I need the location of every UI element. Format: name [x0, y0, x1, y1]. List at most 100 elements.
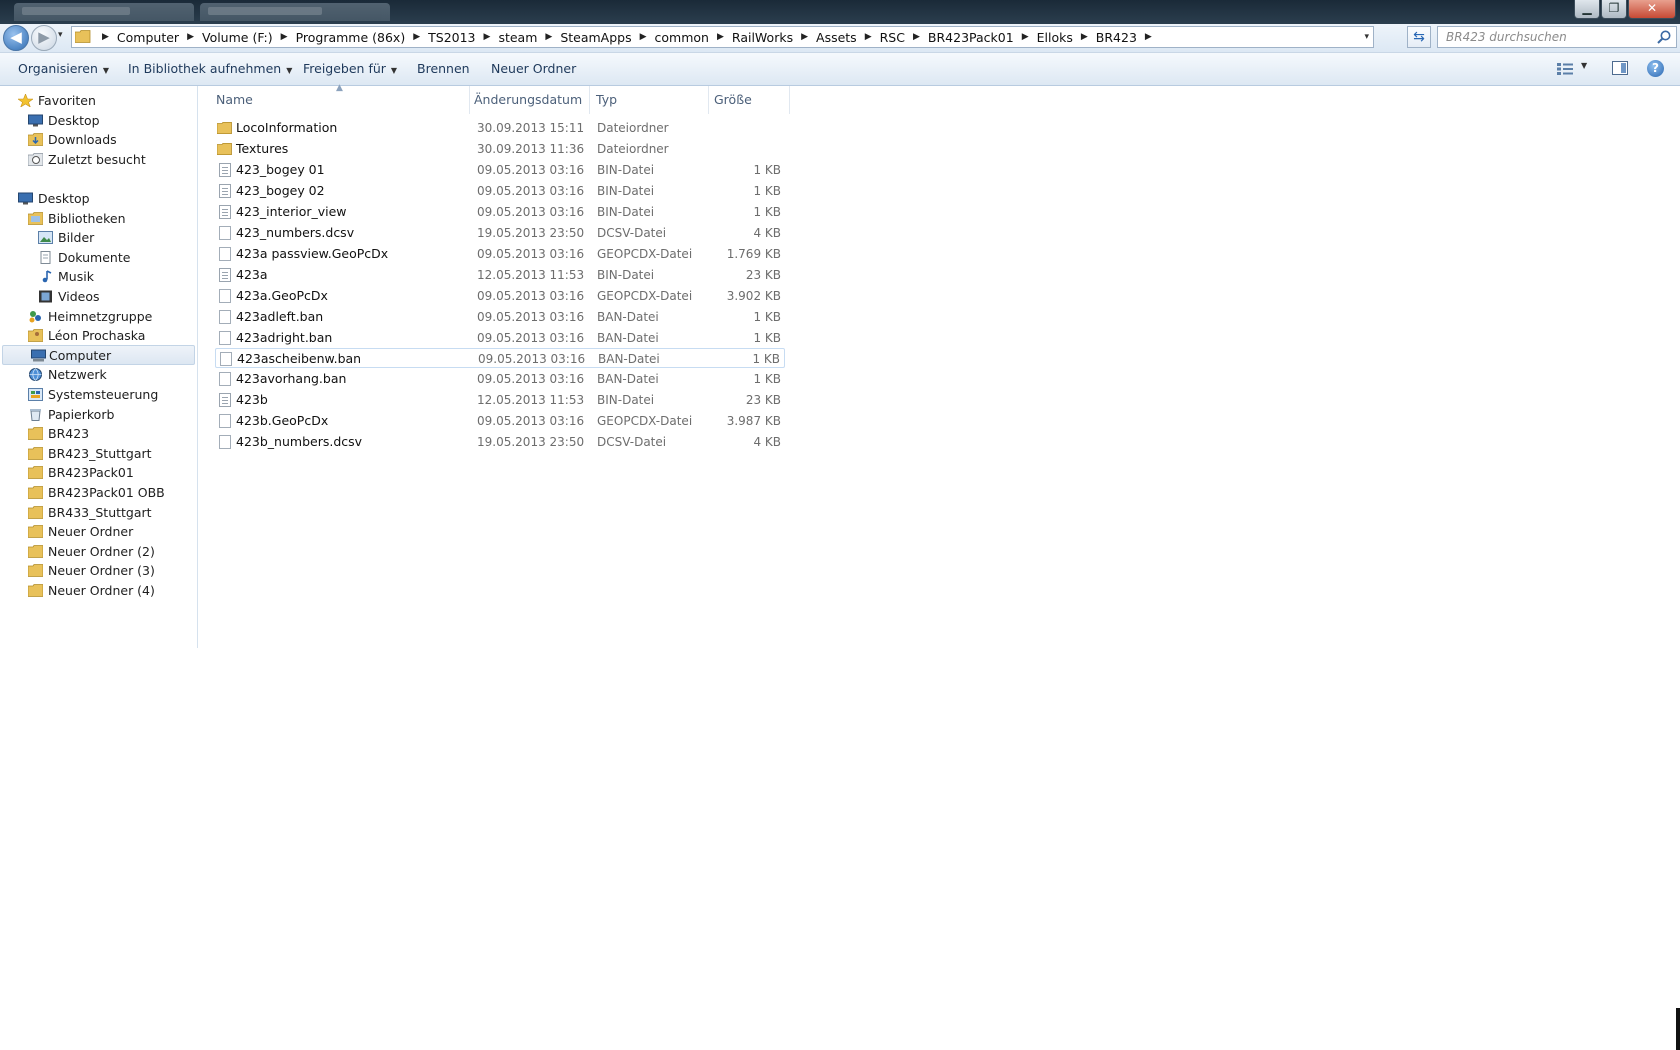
sidebar-item-desktop[interactable]: Desktop	[18, 189, 90, 209]
search-icon[interactable]	[1656, 29, 1672, 45]
table-row[interactable]: 423avorhang.ban 09.05.2013 03:16 BAN-Datei…	[215, 369, 785, 389]
file-type: BIN-Datei	[597, 162, 655, 177]
sidebar-item-library[interactable]: Musik	[42, 267, 94, 287]
table-row[interactable]: 423_interior_view 09.05.2013 03:16 BIN-Dat…	[215, 202, 785, 222]
breadcrumb-segment[interactable]: RSC	[880, 30, 905, 45]
table-row[interactable]: 423adleft.ban 09.05.2013 03:16 BAN-Datei 1 …	[215, 307, 785, 327]
sidebar-item[interactable]: Neuer Ordner	[28, 522, 133, 542]
breadcrumb-segment[interactable]: steam	[498, 30, 537, 45]
column-header-type[interactable]: Typ	[590, 86, 709, 114]
sidebar-item[interactable]: Papierkorb	[30, 405, 114, 425]
table-row[interactable]: Textures 30.09.2013 11:36 Dateiordner	[215, 139, 785, 159]
column-header-size[interactable]: Größe	[709, 86, 790, 114]
sidebar-item[interactable]: Heimnetzgruppe	[29, 307, 152, 327]
breadcrumb-chevron-icon[interactable]: ▶	[913, 32, 920, 42]
table-row[interactable]: LocoInformation 30.09.2013 15:11 Dateiordn…	[215, 118, 785, 138]
sidebar-item[interactable]: BR423Pack01 OBB	[28, 483, 165, 503]
sidebar-item[interactable]: Neuer Ordner (3)	[28, 561, 155, 581]
breadcrumb-chevron-icon[interactable]: ▶	[1081, 32, 1088, 42]
breadcrumb-segment[interactable]: common	[655, 30, 709, 45]
table-row[interactable]: 423b.GeoPcDx 09.05.2013 03:16 GEOPCDX-Date…	[215, 411, 785, 431]
minimize-button[interactable]: ▁	[1574, 0, 1600, 19]
new-folder-button[interactable]: Neuer Ordner	[491, 53, 576, 85]
table-row[interactable]: 423b 12.05.2013 11:53 BIN-Datei 23 KB	[215, 390, 785, 410]
breadcrumb-chevron-icon[interactable]: ▶	[413, 32, 420, 42]
forward-button[interactable]: ▶	[31, 25, 57, 51]
breadcrumb-segment[interactable]: Computer	[117, 30, 179, 45]
file-date: 09.05.2013 03:16	[477, 309, 585, 324]
sidebar-item[interactable]: BR433_Stuttgart	[28, 503, 152, 523]
sidebar-item-library[interactable]: Bilder	[38, 228, 94, 248]
sidebar-item-libraries[interactable]: Bibliotheken	[28, 209, 126, 229]
table-row[interactable]: 423_bogey 01 09.05.2013 03:16 BIN-Datei 1 K…	[215, 160, 785, 180]
breadcrumb-chevron-icon[interactable]: ▶	[187, 32, 194, 42]
back-button[interactable]: ◀	[3, 25, 29, 51]
breadcrumb-chevron-icon[interactable]: ▶	[1145, 32, 1152, 42]
table-row[interactable]: 423_bogey 02 09.05.2013 03:16 BIN-Datei 1 K…	[215, 181, 785, 201]
sidebar-item[interactable]: Neuer Ordner (4)	[28, 581, 155, 601]
sidebar-item-label: Netzwerk	[48, 367, 107, 383]
title-bar: ▁ ❐ ✕	[0, 0, 1680, 24]
table-row[interactable]: 423b_numbers.dcsv 19.05.2013 23:50 DCSV-Da…	[215, 432, 785, 452]
sidebar-item[interactable]: Systemsteuerung	[28, 385, 158, 405]
breadcrumb-chevron-icon[interactable]: ▶	[545, 32, 552, 42]
sidebar-item-favorite[interactable]: Desktop	[28, 111, 100, 131]
refresh-button[interactable]: ⇆	[1407, 26, 1431, 48]
address-dropdown-icon[interactable]: ▾	[1364, 32, 1369, 42]
address-bar[interactable]: ▶ Computer ▶ Volume (F:) ▶ Programme (86x) ▶ TS…	[71, 26, 1374, 48]
column-headers: Name ▲ Änderungsdatum Typ Größe	[198, 83, 790, 114]
breadcrumb-segment[interactable]: TS2013	[428, 30, 475, 45]
breadcrumb-segment[interactable]: BR423	[1096, 30, 1137, 45]
table-row[interactable]: 423a passview.GeoPcDx 09.05.2013 03:16 GEO…	[215, 244, 785, 264]
breadcrumb-chevron-icon[interactable]: ▶	[640, 32, 647, 42]
table-row[interactable]: 423a.GeoPcDx 09.05.2013 03:16 GEOPCDX-Date…	[215, 286, 785, 306]
sidebar-item[interactable]: Netzwerk	[29, 365, 107, 385]
sidebar-item-library[interactable]: Dokumente	[40, 248, 130, 268]
organize-menu[interactable]: Organisieren ▼	[18, 53, 109, 85]
sidebar-group-favorites[interactable]: Favoriten	[18, 91, 96, 111]
burn-button[interactable]: Brennen	[417, 53, 470, 85]
breadcrumb-segment[interactable]: Assets	[816, 30, 857, 45]
sidebar-item[interactable]: BR423	[28, 424, 89, 444]
breadcrumb-chevron-icon[interactable]: ▶	[717, 32, 724, 42]
add-to-library-menu[interactable]: In Bibliothek aufnehmen ▼	[128, 53, 292, 85]
breadcrumb-segment[interactable]: RailWorks	[732, 30, 793, 45]
column-header-date[interactable]: Änderungsdatum	[470, 86, 590, 114]
help-icon[interactable]: ?	[1647, 60, 1664, 77]
sidebar-item[interactable]: BR423_Stuttgart	[28, 444, 152, 464]
breadcrumb-chevron-icon[interactable]: ▶	[801, 32, 808, 42]
sidebar-item[interactable]: Computer	[2, 344, 195, 365]
breadcrumb-segment[interactable]: BR423Pack01	[928, 30, 1014, 45]
view-dropdown-icon[interactable]: ▼	[1581, 61, 1587, 70]
sidebar-item-favorite[interactable]: Downloads	[28, 130, 117, 150]
search-input[interactable]: BR423 durchsuchen	[1437, 26, 1677, 48]
table-row[interactable]: 423ascheibenw.ban 09.05.2013 03:16 BAN-Dat…	[215, 348, 785, 369]
file-type: DCSV-Datei	[597, 225, 667, 240]
maximize-button[interactable]: ❐	[1601, 0, 1627, 19]
close-button[interactable]: ✕	[1628, 0, 1676, 19]
change-view-icon[interactable]	[1556, 62, 1574, 76]
breadcrumb-segment[interactable]: Elloks	[1037, 30, 1073, 45]
sidebar-item[interactable]: BR423Pack01	[28, 463, 134, 483]
sidebar-item-favorite[interactable]: Zuletzt besucht	[28, 150, 146, 170]
breadcrumb-segment[interactable]: SteamApps	[560, 30, 631, 45]
breadcrumb-chevron-icon[interactable]: ▶	[484, 32, 491, 42]
sidebar-item[interactable]: Léon Prochaska	[28, 326, 145, 346]
breadcrumb-segment[interactable]: Volume (F:)	[202, 30, 273, 45]
sidebar-item[interactable]: Neuer Ordner (2)	[28, 542, 155, 562]
sidebar-item-library[interactable]: Videos	[39, 287, 100, 307]
breadcrumb-chevron-icon[interactable]: ▶	[1022, 32, 1029, 42]
breadcrumb-chevron-icon[interactable]: ▶	[102, 32, 109, 42]
column-header-name[interactable]: Name	[198, 86, 470, 114]
breadcrumb-chevron-icon[interactable]: ▶	[865, 32, 872, 42]
preview-pane-icon[interactable]	[1612, 61, 1628, 75]
refresh-icon: ⇆	[1413, 29, 1425, 45]
table-row[interactable]: 423adright.ban 09.05.2013 03:16 BAN-Datei 1…	[215, 328, 785, 348]
breadcrumb-segment[interactable]: Programme (86x)	[296, 30, 406, 45]
share-with-menu[interactable]: Freigeben für ▼	[303, 53, 397, 85]
table-row[interactable]: 423_numbers.dcsv 19.05.2013 23:50 DCSV-Dat…	[215, 223, 785, 243]
table-row[interactable]: 423a 12.05.2013 11:53 BIN-Datei 23 KB	[215, 265, 785, 285]
history-dropdown-icon[interactable]: ▾	[58, 30, 63, 40]
breadcrumb-chevron-icon[interactable]: ▶	[281, 32, 288, 42]
document-icon	[40, 250, 51, 264]
